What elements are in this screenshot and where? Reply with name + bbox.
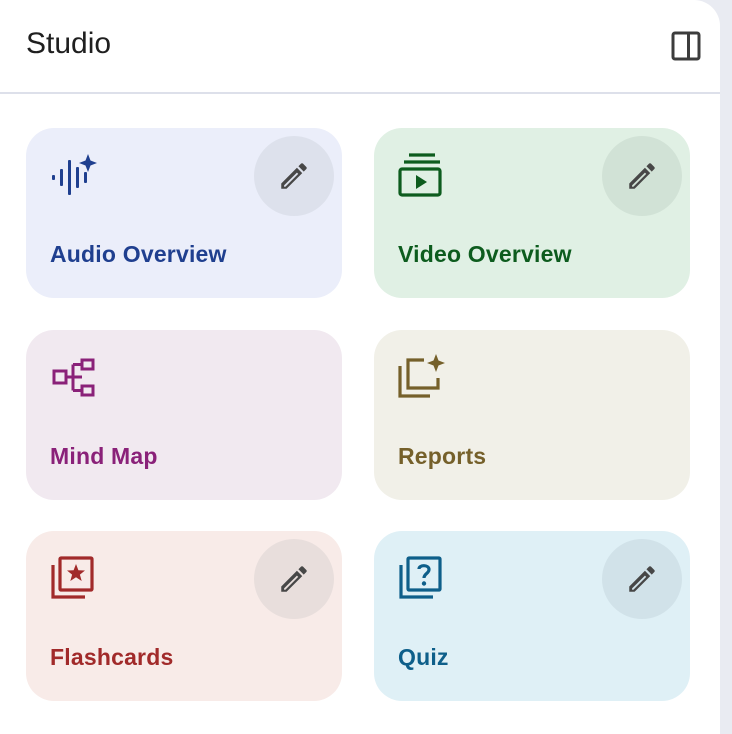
audio-overview-label: Audio Overview xyxy=(50,241,227,267)
quiz-label: Quiz xyxy=(398,644,449,670)
video-overview-label: Video Overview xyxy=(398,241,572,267)
panel-title: Studio xyxy=(26,27,112,60)
studio-header: Studio xyxy=(0,0,720,94)
pencil-icon xyxy=(281,163,307,189)
reports-card[interactable]: Reports xyxy=(374,330,690,500)
toggle-panel-button[interactable] xyxy=(664,24,708,68)
reports-label: Reports xyxy=(398,443,487,469)
quiz-card[interactable]: Quiz xyxy=(374,531,690,701)
audio-overview-card[interactable]: Audio Overview xyxy=(26,128,342,298)
studio-panel: Studio Audio Overview Video Overview Min… xyxy=(0,0,720,734)
flashcards-star-icon xyxy=(51,556,94,599)
video-library-icon xyxy=(398,153,442,197)
side-panel-icon xyxy=(671,31,701,61)
quiz-edit-button[interactable] xyxy=(602,539,682,619)
pencil-icon xyxy=(629,163,655,189)
mind-map-label: Mind Map xyxy=(50,443,158,469)
flashcards-label: Flashcards xyxy=(50,644,174,670)
audio-waveform-sparkle-icon xyxy=(52,154,97,195)
video-overview-card[interactable]: Video Overview xyxy=(374,128,690,298)
mind-map-icon xyxy=(52,358,95,397)
audio-overview-edit-button[interactable] xyxy=(254,136,334,216)
pencil-icon xyxy=(629,566,655,592)
pencil-icon xyxy=(281,566,307,592)
mind-map-card[interactable]: Mind Map xyxy=(26,330,342,500)
flashcards-card[interactable]: Flashcards xyxy=(26,531,342,701)
quiz-question-icon xyxy=(399,556,442,599)
video-overview-edit-button[interactable] xyxy=(602,136,682,216)
reports-sparkle-icon xyxy=(398,354,445,398)
flashcards-edit-button[interactable] xyxy=(254,539,334,619)
